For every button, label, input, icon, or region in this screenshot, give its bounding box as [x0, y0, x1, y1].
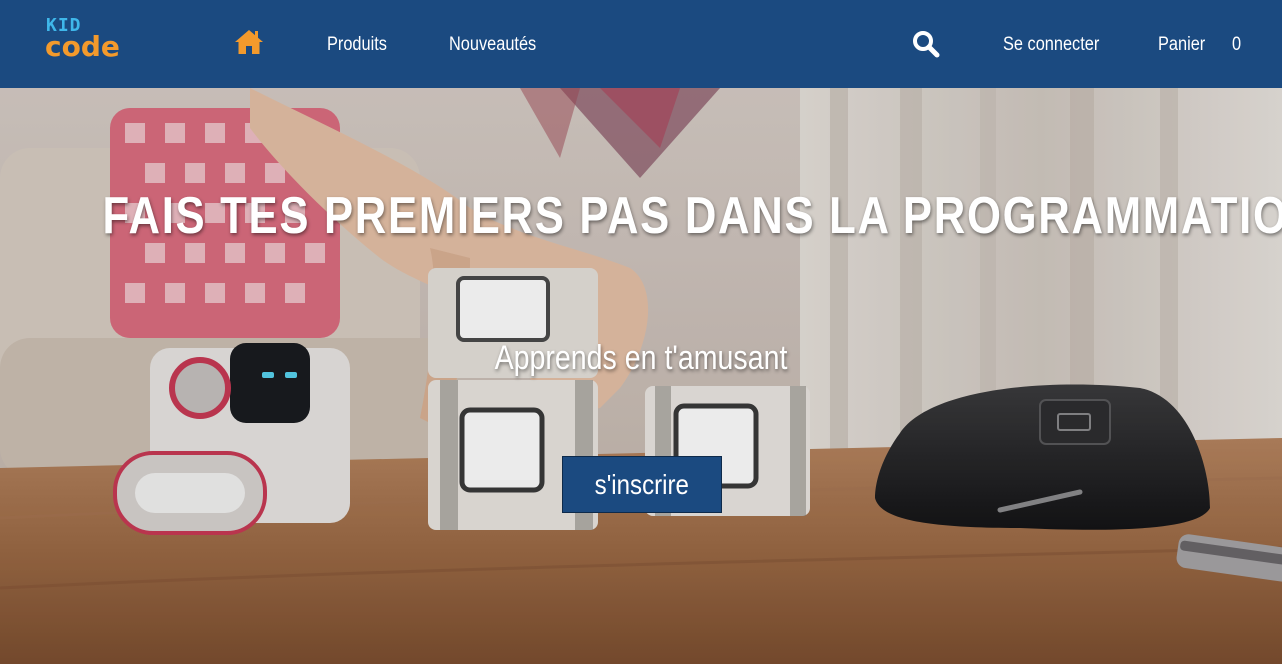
logo[interactable]: KID code	[45, 16, 126, 66]
nav-new[interactable]: Nouveautés	[449, 32, 536, 58]
nav-login[interactable]: Se connecter	[1003, 32, 1099, 58]
cart-count: 0	[1232, 34, 1242, 55]
search-icon[interactable]	[912, 30, 940, 58]
logo-code-text: code	[45, 30, 120, 63]
signup-button[interactable]: s'inscrire	[562, 456, 722, 513]
signup-button-label: s'inscrire	[594, 469, 690, 500]
nav-cart[interactable]: Panier	[1158, 32, 1205, 58]
nav-products[interactable]: Produits	[327, 32, 387, 58]
navbar: KID code Produits Nouveautés Se connecte…	[0, 0, 1282, 88]
home-icon[interactable]	[234, 28, 264, 56]
hero-banner: FAIS TES PREMIERS PAS DANS LA PROGRAMMAT…	[0, 88, 1282, 664]
hero-title: FAIS TES PREMIERS PAS DANS LA PROGRAMMAT…	[102, 187, 1282, 245]
hero-subtitle: Apprends en t'amusant	[494, 339, 788, 377]
